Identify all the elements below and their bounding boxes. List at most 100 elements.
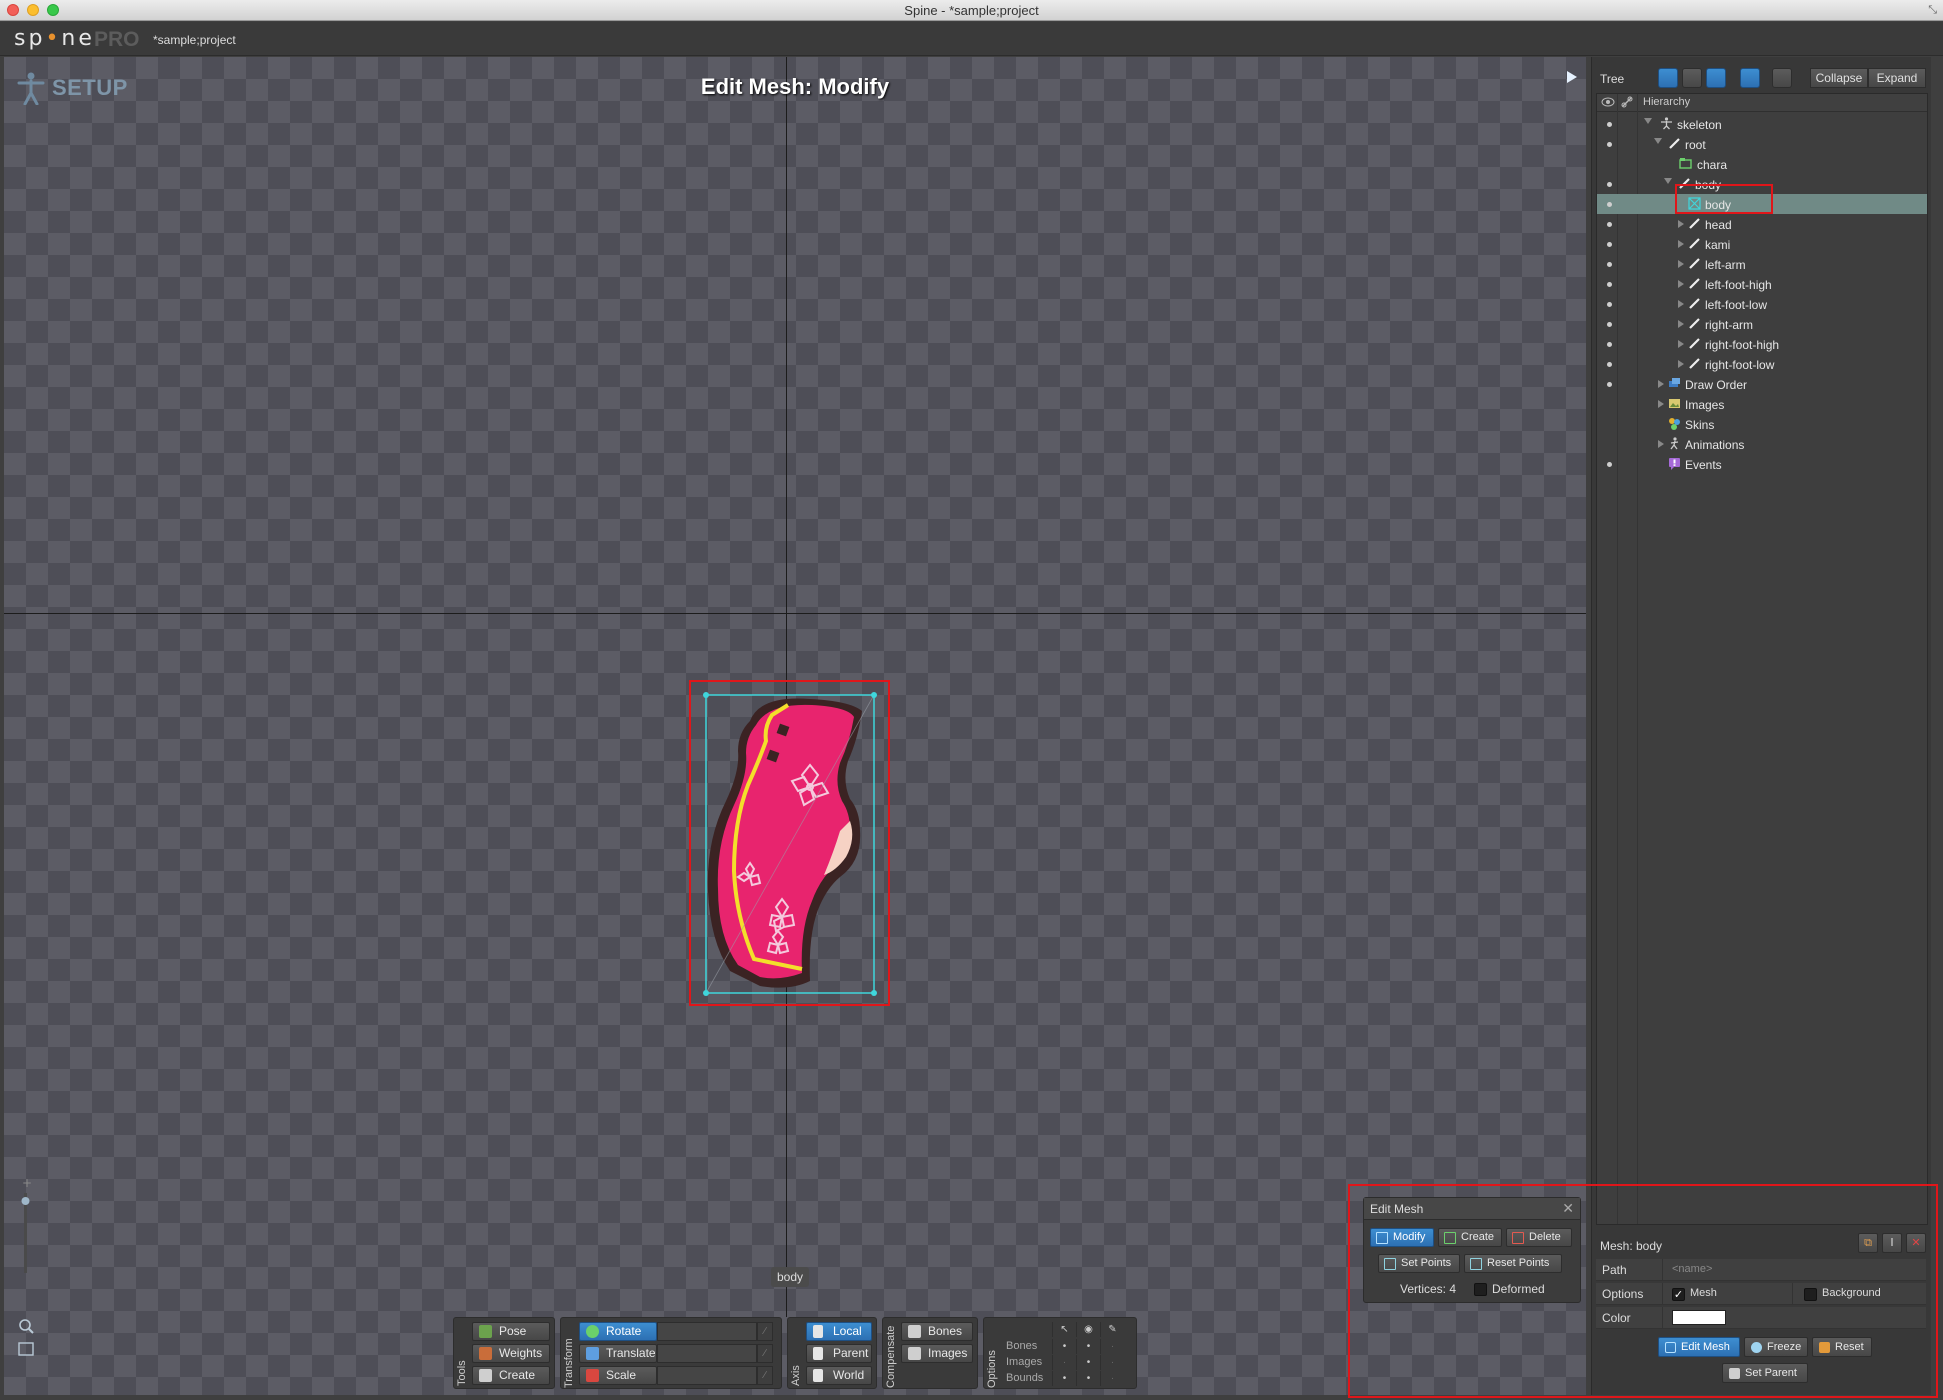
tree-item-left-foot-low[interactable]: left-foot-low (1597, 294, 1927, 314)
visibility-dot[interactable] (1607, 342, 1612, 347)
pose-tool-button[interactable]: Pose (472, 1322, 550, 1341)
world-axis-icon (813, 1369, 823, 1382)
bones-names-toggle[interactable]: · (1100, 1339, 1124, 1354)
tree-item-events[interactable]: Events (1597, 454, 1927, 474)
svg-text:+: + (22, 1176, 32, 1190)
visibility-dot[interactable] (1607, 182, 1612, 187)
show-slots-filter-icon[interactable] (1682, 68, 1702, 88)
tree-item-animations[interactable]: Animations (1597, 434, 1927, 454)
rotate-value-field[interactable] (657, 1322, 757, 1341)
expand-arrow-icon[interactable] (1678, 240, 1684, 248)
tree-item-right-foot-high[interactable]: right-foot-high (1597, 334, 1927, 354)
show-bones-filter-icon[interactable] (1658, 68, 1678, 88)
images-visible-toggle[interactable]: • (1076, 1355, 1100, 1370)
options-row-bones: Bones • • · (1002, 1339, 1130, 1354)
sync-selection-icon[interactable] (1740, 68, 1760, 88)
bones-select-toggle[interactable]: • (1052, 1339, 1076, 1354)
visibility-dot[interactable] (1607, 322, 1612, 327)
options-row-label: Bounds (1006, 1372, 1044, 1384)
scale-tool-button[interactable]: Scale (579, 1366, 657, 1385)
visibility-dot[interactable] (1607, 282, 1612, 287)
visibility-dot[interactable] (1607, 242, 1612, 247)
expand-arrow-icon[interactable] (1678, 360, 1684, 368)
bounds-visible-toggle[interactable]: • (1076, 1371, 1100, 1386)
local-axis-button[interactable]: Local (806, 1322, 872, 1341)
tree-item-chara[interactable]: chara (1597, 154, 1927, 174)
pose-icon (479, 1325, 492, 1338)
expand-arrow-icon[interactable] (1644, 118, 1652, 124)
viewport-title: Edit Mesh: Modify (700, 74, 890, 99)
visibility-dot[interactable] (1607, 142, 1612, 147)
expand-arrow-icon[interactable] (1678, 320, 1684, 328)
expand-arrow-icon[interactable] (1678, 260, 1684, 268)
slot-icon (1679, 157, 1692, 170)
expand-arrow-icon[interactable] (1678, 300, 1684, 308)
zoom-slider[interactable]: + (14, 1175, 38, 1375)
bones-visible-toggle[interactable]: • (1076, 1339, 1100, 1354)
bounds-select-toggle[interactable]: • (1052, 1371, 1076, 1386)
parent-axis-button[interactable]: Parent (806, 1344, 872, 1363)
create-tool-button[interactable]: Create (472, 1366, 550, 1385)
expand-button[interactable]: Expand (1868, 68, 1926, 88)
expand-arrow-icon[interactable] (1658, 380, 1664, 388)
weights-icon (479, 1347, 492, 1360)
visibility-dot[interactable] (1607, 222, 1612, 227)
tree-item-draw-order[interactable]: Draw Order (1597, 374, 1927, 394)
weights-tool-button[interactable]: Weights (472, 1344, 550, 1363)
tree-item-right-foot-low[interactable]: right-foot-low (1597, 354, 1927, 374)
translate-tool-button[interactable]: Translate (579, 1344, 657, 1363)
visibility-dot[interactable] (1607, 262, 1612, 267)
bones-icon (908, 1325, 921, 1338)
translate-key-button[interactable]: ∕ (757, 1344, 773, 1363)
options-row-bounds: Bounds • • · (1002, 1371, 1130, 1386)
bounds-names-toggle[interactable]: · (1100, 1371, 1124, 1386)
tree-item-skeleton[interactable]: skeleton (1597, 114, 1927, 134)
parent-label: Parent (833, 1346, 869, 1360)
hierarchy-tree[interactable]: Hierarchy skeleton root chara body body … (1596, 93, 1928, 1225)
bone-icon (1688, 277, 1701, 290)
tree-item-right-arm[interactable]: right-arm (1597, 314, 1927, 334)
tree-toolbar: Tree Collapse Expand (1592, 65, 1932, 91)
expand-arrow-icon[interactable] (1658, 400, 1664, 408)
translate-value-field[interactable] (657, 1344, 757, 1363)
visibility-dot[interactable] (1607, 382, 1612, 387)
local-label: Local (833, 1324, 862, 1338)
tree-item-root[interactable]: root (1597, 134, 1927, 154)
translate-icon (586, 1347, 599, 1360)
tree-item-images[interactable]: Images (1597, 394, 1927, 414)
expand-arrow-icon[interactable] (1678, 280, 1684, 288)
expand-arrow-icon[interactable] (1654, 138, 1662, 144)
visibility-dot[interactable] (1607, 462, 1612, 467)
scale-key-button[interactable]: ∕ (757, 1366, 773, 1385)
tree-item-left-foot-high[interactable]: left-foot-high (1597, 274, 1927, 294)
visibility-dot[interactable] (1607, 202, 1612, 207)
show-attachments-filter-icon[interactable] (1706, 68, 1726, 88)
expand-arrow-icon[interactable] (1678, 220, 1684, 228)
tree-item-label: left-arm (1705, 258, 1746, 272)
expand-arrow-icon[interactable] (1664, 178, 1672, 184)
tree-item-kami[interactable]: kami (1597, 234, 1927, 254)
tree-item-head[interactable]: head (1597, 214, 1927, 234)
fullscreen-icon[interactable]: ⤡ (1928, 4, 1937, 17)
spine-logo[interactable]: sp•ne (14, 26, 95, 51)
visibility-dot[interactable] (1607, 122, 1612, 127)
world-axis-button[interactable]: World (806, 1366, 872, 1385)
rotate-tool-button[interactable]: Rotate (579, 1322, 657, 1341)
rotate-key-button[interactable]: ∕ (757, 1322, 773, 1341)
options-row-label: Bones (1006, 1340, 1038, 1352)
expand-arrow-icon[interactable] (1658, 440, 1664, 448)
compensate-images-button[interactable]: Images (901, 1344, 973, 1363)
tree-item-left-arm[interactable]: left-arm (1597, 254, 1927, 274)
expand-arrow-icon[interactable] (1678, 340, 1684, 348)
images-select-toggle[interactable]: · (1052, 1355, 1076, 1370)
visibility-dot[interactable] (1607, 362, 1612, 367)
play-icon[interactable] (1567, 71, 1577, 83)
edition-label: PRO (94, 28, 140, 51)
tree-item-skins[interactable]: Skins (1597, 414, 1927, 434)
scale-value-field[interactable] (657, 1366, 757, 1385)
compensate-bones-button[interactable]: Bones (901, 1322, 973, 1341)
search-icon[interactable] (1772, 68, 1792, 88)
visibility-dot[interactable] (1607, 302, 1612, 307)
collapse-button[interactable]: Collapse (1810, 68, 1868, 88)
images-names-toggle[interactable]: · (1100, 1355, 1124, 1370)
